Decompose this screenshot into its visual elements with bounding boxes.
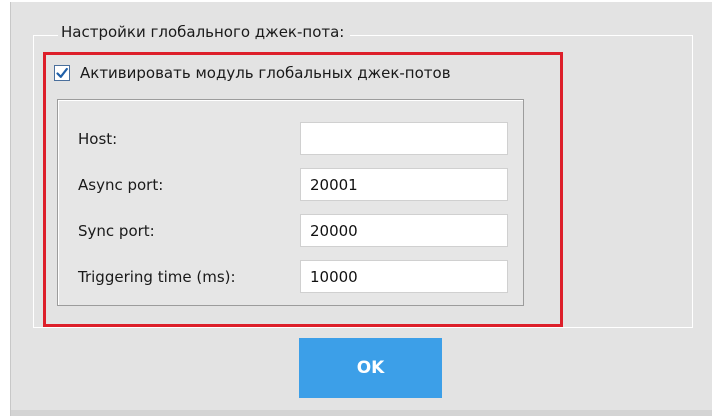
triggering-time-label: Triggering time (ms): bbox=[78, 268, 236, 286]
checkmark-icon bbox=[56, 67, 68, 78]
sync-port-input[interactable] bbox=[300, 214, 508, 247]
ok-button[interactable]: OK bbox=[299, 338, 442, 398]
groupbox-title: Настройки глобального джек-пота: bbox=[58, 21, 351, 43]
async-port-input[interactable] bbox=[300, 168, 508, 201]
settings-dialog: Настройки глобального джек-пота: Активир… bbox=[10, 2, 712, 416]
activate-module-checkbox-row[interactable]: Активировать модуль глобальных джек-пото… bbox=[54, 62, 451, 84]
host-input[interactable] bbox=[300, 122, 508, 155]
triggering-time-input[interactable] bbox=[300, 260, 508, 293]
sync-port-label: Sync port: bbox=[78, 222, 155, 240]
host-label: Host: bbox=[78, 130, 118, 148]
activate-module-checkbox[interactable] bbox=[54, 65, 70, 81]
async-port-label: Async port: bbox=[78, 176, 164, 194]
activate-module-label: Активировать модуль глобальных джек-пото… bbox=[80, 64, 451, 82]
